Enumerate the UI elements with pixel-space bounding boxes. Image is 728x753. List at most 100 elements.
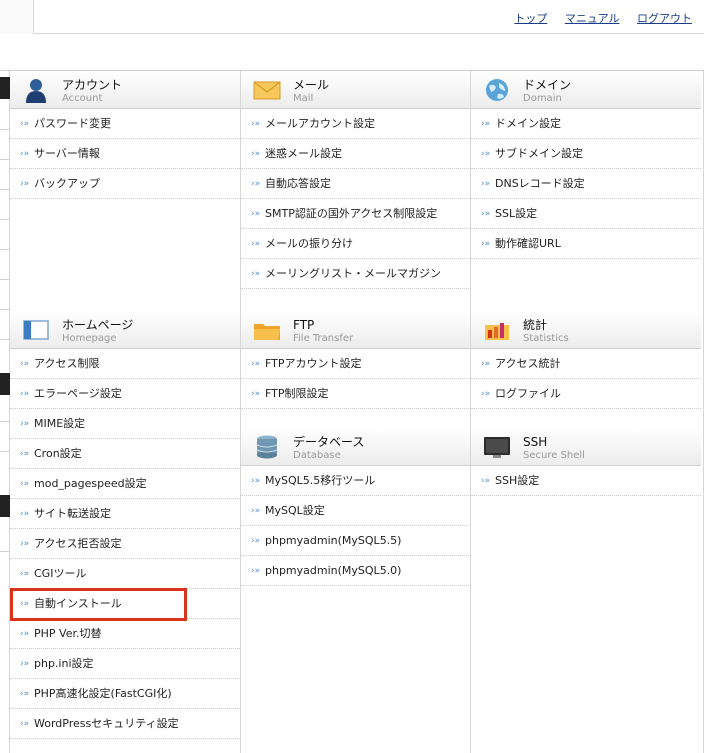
- menu-item-mailing-list[interactable]: ›» メーリングリスト・メールマガジン: [241, 259, 471, 289]
- menu-item-spam[interactable]: ›» 迷惑メール設定: [241, 139, 471, 169]
- bar-chart-icon: [485, 323, 509, 340]
- section-ssh: SSH Secure Shell ›» SSH設定: [471, 428, 701, 496]
- sidebar-header-block: [0, 495, 10, 517]
- column-3-lower: 統計 Statistics ›» アクセス統計 ›» ログファイル SSH Secu…: [470, 311, 701, 753]
- manual-link[interactable]: マニュアル: [565, 12, 620, 25]
- sidebar-divider: [0, 551, 10, 552]
- section-domain: ドメイン Domain ›» ドメイン設定 ›» サブドメイン設定 ›» DNSレコー…: [471, 71, 701, 259]
- section-subtitle: Database: [293, 450, 341, 461]
- menu-item-phpmyadmin-55[interactable]: ›» phpmyadmin(MySQL5.5): [241, 526, 471, 556]
- menu-item-server-info[interactable]: ›» サーバー情報: [10, 139, 240, 169]
- menu-item-site-redirect[interactable]: ›» サイト転送設定: [10, 499, 240, 529]
- sidebar-divider: [0, 189, 10, 190]
- section-ftp: FTP File Transfer ›» FTPアカウント設定 ›» FTP制限設定: [241, 311, 471, 409]
- menu-item-php-ini[interactable]: ›» php.ini設定: [10, 649, 240, 679]
- menu-item-password[interactable]: ›» パスワード変更: [10, 109, 240, 139]
- bullet-icon: ›»: [20, 659, 30, 669]
- menu-item-access-restriction[interactable]: ›» アクセス制限: [10, 349, 240, 379]
- section-header-stats: 統計 Statistics: [471, 311, 701, 349]
- menu-item-auto-reply[interactable]: ›» 自動応答設定: [241, 169, 471, 199]
- column-2: メール Mail ›» メールアカウント設定 ›» 迷惑メール設定 ›» 自動応答設定…: [240, 71, 471, 753]
- bullet-icon: ›»: [20, 569, 30, 579]
- menu-item-ftp-account[interactable]: ›» FTPアカウント設定: [241, 349, 471, 379]
- menu-item-wordpress-security[interactable]: ›» WordPressセキュリティ設定: [10, 709, 240, 739]
- menu-item-backup[interactable]: ›» バックアップ: [10, 169, 240, 199]
- section-header-ftp: FTP File Transfer: [241, 311, 471, 349]
- bullet-icon: ›»: [20, 509, 30, 519]
- logout-link[interactable]: ログアウト: [637, 12, 692, 25]
- bullet-icon: ›»: [20, 539, 30, 549]
- bullet-icon: ›»: [20, 149, 30, 159]
- section-subtitle: Mail: [293, 93, 314, 104]
- section-title: SSH: [523, 435, 548, 449]
- folder-icon: [254, 324, 280, 340]
- menu-item-php-fastcgi[interactable]: ›» PHP高速化設定(FastCGI化): [10, 679, 240, 709]
- mail-icon: [253, 81, 281, 100]
- menu-item-mime[interactable]: ›» MIME設定: [10, 409, 240, 439]
- menu-item-mysql-settings[interactable]: ›» MySQL設定: [241, 496, 471, 526]
- bullet-icon: ›»: [251, 389, 261, 399]
- user-icon: [26, 79, 46, 103]
- menu-item-error-page[interactable]: ›» エラーページ設定: [10, 379, 240, 409]
- menu-item-log-files[interactable]: ›» ログファイル: [471, 379, 701, 409]
- logo-fragment: l: [0, 33, 12, 55]
- bullet-icon: ›»: [20, 689, 30, 699]
- bullet-icon: ›»: [20, 389, 30, 399]
- menu-item-access-deny[interactable]: ›» アクセス拒否設定: [10, 529, 240, 559]
- homepage-icon: [23, 320, 49, 340]
- bullet-icon: ›»: [481, 359, 491, 369]
- section-header-account: アカウント Account: [10, 71, 240, 109]
- menu-item-cgi-tool[interactable]: ›» CGIツール: [10, 559, 240, 589]
- menu-item-cron[interactable]: ›» Cron設定: [10, 439, 240, 469]
- section-homepage: ホームページ Homepage ›» アクセス制限 ›» エラーページ設定 ›» MI…: [10, 311, 240, 739]
- auto-install-highlight: [10, 588, 187, 621]
- top-link[interactable]: トップ: [514, 12, 547, 25]
- menu-item-smtp-restriction[interactable]: ›» SMTP認証の国外アクセス制限設定: [241, 199, 471, 229]
- menu-item-ssl[interactable]: ›» SSL設定: [471, 199, 701, 229]
- sidebar-header-block: [0, 373, 10, 395]
- section-title: ホームページ: [62, 318, 134, 332]
- menu-item-php-version[interactable]: ›» PHP Ver.切替: [10, 619, 240, 649]
- menu-item-mail-filter[interactable]: ›» メールの振り分け: [241, 229, 471, 259]
- menu-item-test-url[interactable]: ›» 動作確認URL: [471, 229, 701, 259]
- section-account: アカウント Account ›» パスワード変更 ›» サーバー情報 ›» バックアッ…: [10, 71, 240, 199]
- menu-item-access-stats[interactable]: ›» アクセス統計: [471, 349, 701, 379]
- bullet-icon: ›»: [20, 479, 30, 489]
- bullet-icon: ›»: [251, 179, 261, 189]
- menu-item-dns-record[interactable]: ›» DNSレコード設定: [471, 169, 701, 199]
- section-header-ssh: SSH Secure Shell: [471, 428, 701, 466]
- bullet-icon: ›»: [20, 359, 30, 369]
- sidebar-divider: [0, 159, 10, 160]
- menu-item-domain-settings[interactable]: ›» ドメイン設定: [471, 109, 701, 139]
- section-database: データベース Database ›» MySQL5.5移行ツール ›» MySQL設…: [241, 428, 471, 586]
- section-subtitle: Secure Shell: [523, 450, 585, 461]
- menu-item-ssh-settings[interactable]: ›» SSH設定: [471, 466, 701, 496]
- menu-item-ftp-restriction[interactable]: ›» FTP制限設定: [241, 379, 471, 409]
- menu-item-mysql55-migration[interactable]: ›» MySQL5.5移行ツール: [241, 466, 471, 496]
- sidebar-divider: [0, 339, 10, 340]
- menu-item-phpmyadmin-50[interactable]: ›» phpmyadmin(MySQL5.0): [241, 556, 471, 586]
- bullet-icon: ›»: [251, 149, 261, 159]
- bullet-icon: ›»: [251, 506, 261, 516]
- bullet-icon: ›»: [251, 359, 261, 369]
- section-header-homepage: ホームページ Homepage: [10, 311, 240, 349]
- section-mail: メール Mail ›» メールアカウント設定 ›» 迷惑メール設定 ›» 自動応答設定…: [241, 71, 471, 289]
- bullet-icon: ›»: [251, 209, 261, 219]
- bullet-icon: ›»: [251, 269, 261, 279]
- top-tab: [0, 0, 34, 34]
- menu-item-subdomain[interactable]: ›» サブドメイン設定: [471, 139, 701, 169]
- bullet-icon: ›»: [20, 629, 30, 639]
- terminal-icon: [484, 437, 510, 458]
- bullet-icon: ›»: [20, 119, 30, 129]
- bullet-icon: ›»: [481, 389, 491, 399]
- bullet-icon: ›»: [251, 119, 261, 129]
- sidebar-divider: [0, 249, 10, 250]
- section-subtitle: Statistics: [523, 333, 569, 344]
- menu-item-mail-account[interactable]: ›» メールアカウント設定: [241, 109, 471, 139]
- section-header-domain: ドメイン Domain: [471, 71, 701, 109]
- bullet-icon: ›»: [481, 149, 491, 159]
- section-title: FTP: [293, 318, 315, 332]
- bullet-icon: ›»: [20, 179, 30, 189]
- menu-item-mod-pagespeed[interactable]: ›» mod_pagespeed設定: [10, 469, 240, 499]
- bullet-icon: ›»: [481, 476, 491, 486]
